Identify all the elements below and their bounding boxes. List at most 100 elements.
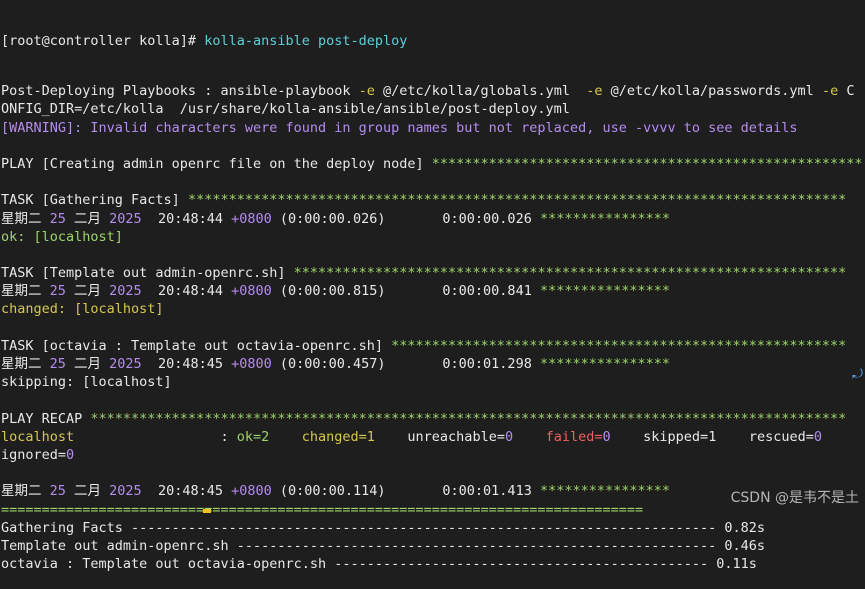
terminal-text: 二月: [65, 210, 110, 227]
terminal-output[interactable]: [root@controller kolla]# kolla-ansible p…: [1, 0, 865, 572]
terminal-line: 星期二 25 二月 2025 20:48:44 +0800 (0:00:00.0…: [1, 210, 865, 228]
terminal-text: ****************************************…: [431, 155, 863, 172]
terminal-text: @/etc/kolla/globals.yml: [374, 83, 587, 100]
terminal-text: ========================================…: [1, 501, 644, 518]
terminal-text: ok=2: [236, 428, 270, 445]
terminal-text: ignored=: [1, 446, 67, 463]
terminal-text: -e: [358, 83, 375, 100]
terminal-text: ****************: [539, 483, 670, 500]
terminal-line: skipping: [localhost]: [1, 373, 865, 391]
terminal-line: 星期二 25 二月 2025 20:48:45 +0800 (0:00:00.4…: [1, 355, 865, 373]
terminal-text: ****************************************…: [90, 410, 847, 427]
terminal-text: (0:00:00.026) 0:00:00.026: [271, 210, 540, 227]
prompt-line: [root@controller kolla]# kolla-ansible p…: [1, 32, 865, 50]
terminal-line: TASK [Gathering Facts] *****************…: [1, 191, 865, 209]
terminal-text: +0800: [231, 283, 272, 300]
terminal-text: Template out admin-openrc.sh -----------…: [1, 537, 766, 554]
terminal-line: PLAY [Creating admin openrc file on the …: [1, 155, 865, 173]
shell-command: kolla-ansible post-deploy: [204, 33, 408, 49]
terminal-text: ****************: [539, 356, 670, 372]
terminal-text: changed=1: [301, 428, 375, 445]
terminal-text: Gathering Facts ------------------------…: [1, 519, 766, 536]
watermark: CSDN @是韦不是土: [730, 490, 859, 506]
terminal-line: TASK [octavia : Template out octavia-ope…: [1, 337, 865, 355]
terminal-text: skipping: [localhost]: [1, 374, 172, 391]
terminal-text: skipped=1 rescued=: [610, 428, 814, 445]
terminal-text: Post-Deploying Playbooks : ansible-playb…: [1, 83, 359, 100]
terminal-text: ONFIG_DIR=/etc/kolla /usr/share/kolla-an…: [1, 101, 570, 118]
terminal-text: ****************: [539, 210, 670, 227]
terminal-line: changed: [localhost]: [1, 300, 865, 318]
terminal-text: ****************: [539, 283, 670, 300]
terminal-line: [WARNING]: Invalid characters were found…: [1, 119, 865, 137]
terminal-text: (0:00:00.815) 0:00:00.841: [271, 283, 540, 300]
terminal-text: octavia : Template out octavia-openrc.sh…: [1, 556, 757, 573]
terminal-text: 25: [49, 356, 66, 372]
terminal-line: ignored=0: [1, 446, 865, 464]
terminal-line: 星期二 25 二月 2025 20:48:44 +0800 (0:00:00.8…: [1, 282, 865, 300]
terminal-text: :: [74, 428, 237, 445]
line-wrap-icon: ⤾: [852, 367, 863, 382]
terminal-text: PLAY RECAP: [1, 410, 91, 427]
terminal-text: ****************************************…: [293, 265, 847, 282]
terminal-text: ok: [localhost]: [1, 228, 123, 245]
terminal-text: +0800: [231, 483, 272, 500]
terminal-text: C: [838, 83, 855, 100]
terminal-text: 25: [49, 283, 66, 300]
terminal-line: localhost : ok=2 changed=1 unreachable=0…: [1, 428, 865, 446]
terminal-text: +0800: [231, 356, 272, 372]
terminal-text: PLAY [Creating admin openrc file on the …: [1, 155, 432, 172]
terminal-line: Post-Deploying Playbooks : ansible-playb…: [1, 82, 865, 100]
terminal-line: Gathering Facts ------------------------…: [1, 519, 865, 537]
terminal-text: 星期二: [1, 483, 50, 500]
terminal-text: 2025: [109, 283, 142, 300]
terminal-text: 0: [602, 428, 611, 445]
terminal-line: Template out admin-openrc.sh -----------…: [1, 537, 865, 555]
terminal-line: ONFIG_DIR=/etc/kolla /usr/share/kolla-an…: [1, 100, 865, 118]
terminal-text: unreachable=: [374, 428, 505, 445]
terminal-text: 二月: [65, 483, 110, 500]
terminal-text: 25: [49, 483, 66, 500]
terminal-text: (0:00:00.114) 0:00:01.413: [271, 483, 540, 500]
terminal-text: @/etc/kolla/passwords.yml: [602, 83, 822, 100]
terminal-line: ok: [localhost]: [1, 228, 865, 246]
terminal-text: changed: [localhost]: [1, 301, 164, 318]
terminal-text: 0: [66, 446, 75, 463]
terminal-text: 2025: [109, 483, 142, 500]
terminal-text: -e: [821, 83, 839, 100]
terminal-text: ****************************************…: [391, 337, 847, 354]
terminal-text: +0800: [231, 210, 272, 227]
terminal-text: -e: [586, 83, 603, 100]
terminal-text: 0: [813, 428, 822, 445]
terminal-text: 20:48:44: [141, 283, 232, 300]
terminal-cursor: [203, 509, 211, 513]
terminal-text: TASK [Gathering Facts]: [1, 192, 188, 209]
terminal-text: 星期二: [1, 283, 50, 300]
terminal-text: 星期二: [1, 356, 50, 372]
terminal-text: TASK [Template out admin-openrc.sh]: [1, 265, 294, 282]
terminal-text: (0:00:00.457) 0:00:01.298: [271, 356, 540, 372]
terminal-text: 2025: [109, 356, 142, 372]
terminal-text: 二月: [65, 283, 110, 300]
terminal-text: 2025: [109, 210, 142, 227]
terminal-text: 20:48:45: [141, 356, 232, 372]
terminal-text: 20:48:44: [141, 210, 232, 227]
terminal-text: 星期二: [1, 210, 50, 227]
terminal-text: 25: [49, 210, 66, 227]
terminal-text: 二月: [65, 356, 110, 372]
terminal-text: 20:48:45: [141, 483, 232, 500]
terminal-text: failed=: [545, 428, 603, 445]
terminal-text: TASK [octavia : Template out octavia-ope…: [1, 337, 392, 354]
terminal-text: 0: [504, 428, 514, 445]
terminal-text: [WARNING]: Invalid characters were found…: [1, 119, 798, 136]
shell-prompt: [root@controller kolla]#: [1, 33, 205, 49]
terminal-line: octavia : Template out octavia-openrc.sh…: [1, 555, 865, 573]
